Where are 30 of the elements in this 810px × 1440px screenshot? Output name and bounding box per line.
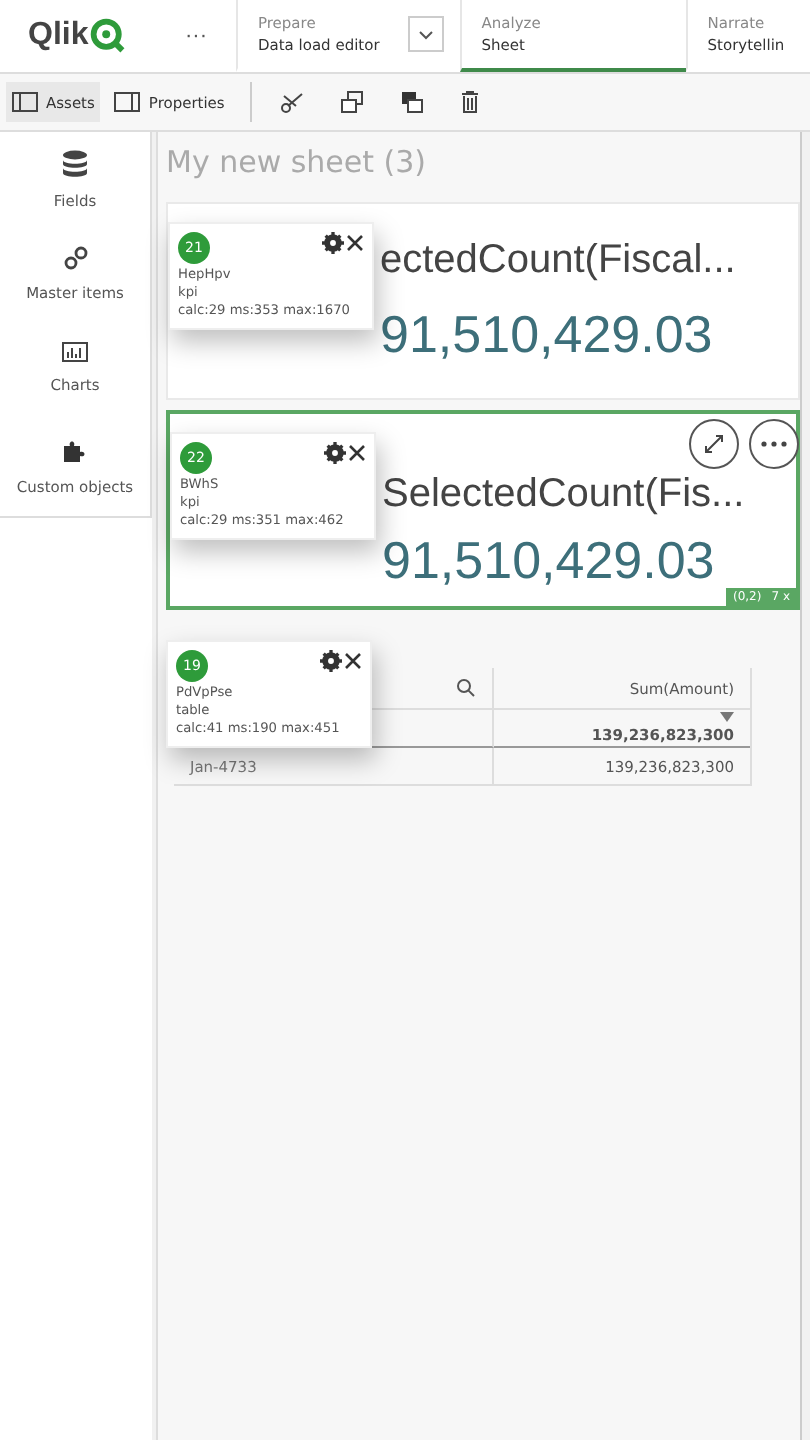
logo-text: Qlik [28,18,89,54]
logo-icon [90,18,127,54]
chevron-icon [417,29,434,39]
more-icon[interactable] [748,418,800,470]
panel-icon [12,92,38,112]
expand-icon[interactable] [688,418,740,470]
kpi-value: 91,510,429.03 [380,303,713,365]
cut-icon[interactable] [280,90,305,114]
settings-icon[interactable] [322,232,344,254]
panel-icon [114,92,141,112]
copy-icon[interactable] [340,90,365,114]
kpi-title: ectedCount(Fiscal... [380,237,736,283]
dropdown-button[interactable] [407,16,444,52]
chart-icon [62,342,88,362]
kpi-title: SelectedCount(Fis... [382,472,745,518]
sheet-title: My new sheet (3) [166,144,429,184]
close-icon[interactable] [348,444,366,462]
kpi-value: 91,510,429.03 [382,530,715,592]
link-icon [63,246,87,270]
search-icon[interactable] [456,678,476,698]
more-button[interactable]: ··· [156,0,236,72]
close-icon[interactable] [346,234,364,252]
paste-icon[interactable] [400,90,425,114]
close-icon[interactable] [344,652,362,670]
database-icon [62,150,88,178]
sort-icon [720,712,734,722]
delete-icon[interactable] [460,90,481,114]
puzzle-icon [62,438,88,464]
settings-icon[interactable] [324,442,346,464]
settings-icon[interactable] [320,650,342,672]
